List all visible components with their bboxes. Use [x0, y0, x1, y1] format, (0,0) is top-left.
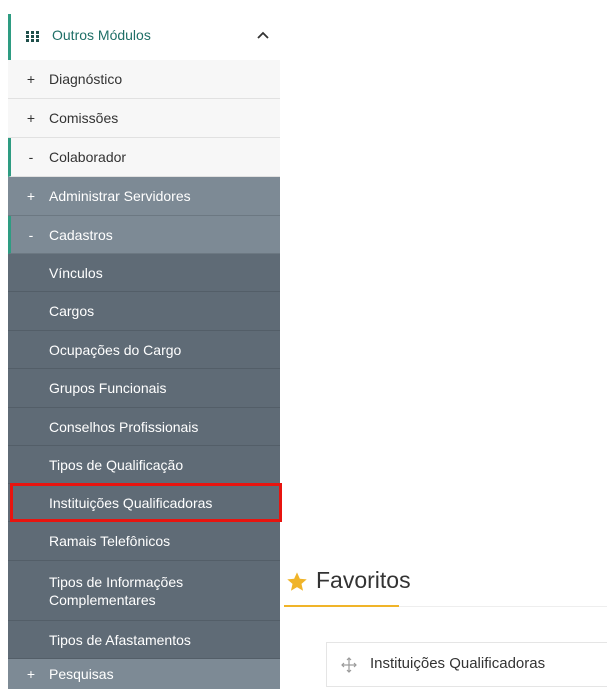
sidebar-subitem-conselhos-profissionais[interactable]: Conselhos Profissionais — [8, 408, 280, 446]
grid-icon — [26, 31, 39, 42]
favorite-item[interactable]: Instituições Qualificadoras — [326, 642, 607, 687]
sidebar-subitem-tipos-de-afastamentos[interactable]: Tipos de Afastamentos — [8, 621, 280, 659]
sidebar-subitem-vinculos[interactable]: Vínculos — [8, 254, 280, 292]
sidebar-item-colaborador[interactable]: - Colaborador — [8, 138, 280, 177]
chevron-up-icon[interactable] — [257, 31, 269, 39]
favorites-panel: Favoritos Instituições Qualificadoras — [284, 560, 607, 689]
sidebar-item-label: Ocupações do Cargo — [49, 341, 182, 358]
sidebar-subitem-ramais-telefonicos[interactable]: Ramais Telefônicos — [8, 522, 280, 561]
title-underline — [284, 605, 399, 607]
sidebar-item-label: Cargos — [49, 303, 95, 319]
expand-icon: + — [26, 110, 36, 126]
sidebar-subitem-tipos-de-informacoes-complementares[interactable]: Tipos de Informações Complementares — [8, 561, 280, 621]
expand-icon: + — [26, 666, 36, 682]
expand-icon: + — [26, 71, 36, 87]
collapse-icon: - — [28, 226, 34, 243]
module-header-outros-modulos[interactable]: Outros Módulos — [8, 14, 280, 60]
sidebar-item-cadastros[interactable]: - Cadastros — [8, 216, 280, 254]
sidebar-item-label: Cadastros — [49, 226, 113, 243]
sidebar-item-pesquisas[interactable]: + Pesquisas — [8, 659, 280, 689]
sidebar: Outros Módulos + Diagnóstico + Comissões… — [8, 0, 282, 689]
sidebar-item-label: Vínculos — [49, 264, 103, 281]
expand-icon: + — [26, 188, 36, 204]
sidebar-item-diagnostico[interactable]: + Diagnóstico — [8, 60, 280, 99]
module-title: Outros Módulos — [52, 27, 151, 43]
sidebar-item-label: Administrar Servidores — [49, 188, 191, 204]
favorites-title: Favoritos — [316, 567, 411, 593]
sidebar-subitem-tipos-de-qualificacao[interactable]: Tipos de Qualificação — [8, 446, 280, 484]
sidebar-item-label: Tipos de Informações Complementares — [49, 573, 184, 608]
sidebar-item-label: Conselhos Profissionais — [49, 418, 199, 435]
move-icon[interactable] — [341, 657, 357, 673]
sidebar-item-comissoes[interactable]: + Comissões — [8, 99, 280, 138]
collapse-icon: - — [28, 149, 34, 165]
sidebar-item-administrar-servidores[interactable]: + Administrar Servidores — [8, 177, 280, 216]
favorite-item-label: Instituições Qualificadoras — [370, 655, 546, 672]
star-icon — [287, 572, 307, 591]
sidebar-item-label: Grupos Funcionais — [49, 380, 167, 396]
sidebar-subitem-instituicoes-qualificadoras[interactable]: Instituições Qualificadoras — [8, 484, 280, 522]
sidebar-item-label: Instituições Qualificadoras — [49, 494, 213, 511]
sidebar-item-label: Tipos de Qualificação — [49, 456, 184, 473]
sidebar-item-label: Diagnóstico — [49, 71, 123, 87]
sidebar-subitem-ocupacoes-do-cargo[interactable]: Ocupações do Cargo — [8, 331, 280, 369]
sidebar-item-label: Colaborador — [49, 149, 127, 165]
sidebar-item-label: Tipos de Afastamentos — [49, 631, 191, 648]
sidebar-item-label: Ramais Telefônicos — [49, 533, 171, 549]
sidebar-item-label: Pesquisas — [49, 666, 114, 682]
sidebar-item-label: Comissões — [49, 110, 119, 126]
sidebar-subitem-cargos[interactable]: Cargos — [8, 292, 280, 331]
sidebar-subitem-grupos-funcionais[interactable]: Grupos Funcionais — [8, 369, 280, 408]
